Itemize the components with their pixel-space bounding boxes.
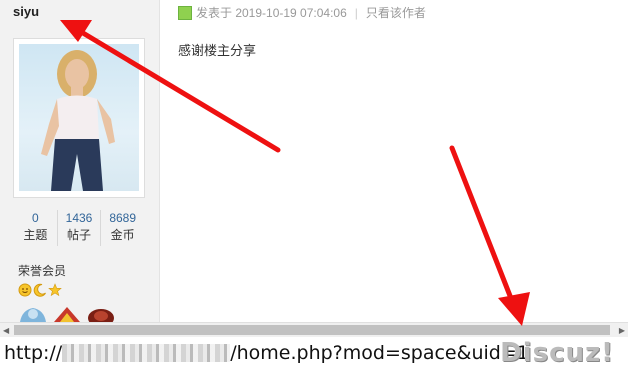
separator: |: [354, 5, 358, 20]
annotation-arrow-uid: [449, 145, 517, 309]
redacted-domain: [62, 344, 231, 362]
url-scheme: http://: [4, 342, 63, 364]
scrollbar-thumb[interactable]: [14, 325, 610, 335]
stat-posts[interactable]: 1436 帖子: [56, 210, 101, 246]
online-status-icon: [178, 5, 192, 20]
scroll-right-icon[interactable]: ▶: [619, 326, 625, 335]
medal-badge-icon[interactable]: [86, 306, 116, 322]
stat-value[interactable]: 1436: [58, 210, 101, 226]
author-sidebar: siyu 0 主题 1436 帖子 8689 金币 荣誉会员: [0, 0, 160, 322]
only-author-link[interactable]: 只看该作者: [366, 4, 426, 21]
stat-threads[interactable]: 0 主题: [14, 210, 57, 246]
stat-value[interactable]: 8689: [101, 210, 144, 226]
url-path: /home.php?mod=space&uid=: [230, 342, 517, 364]
medal-badge-icon[interactable]: [52, 306, 82, 322]
stat-label: 金币: [110, 228, 135, 242]
star-icon: [48, 283, 62, 297]
stat-label: 主题: [23, 228, 48, 242]
author-stats: 0 主题 1436 帖子 8689 金币: [14, 210, 144, 246]
medal-badge-icon[interactable]: [18, 306, 48, 322]
horizontal-scrollbar[interactable]: ◀ ▶: [0, 322, 628, 337]
stat-coins[interactable]: 8689 金币: [100, 210, 144, 246]
sun-icon: [18, 283, 32, 297]
discuz-watermark: Discuz!: [500, 338, 614, 368]
post-date: 发表于 2019-10-19 07:04:06: [196, 6, 347, 20]
post-message: 感谢楼主分享: [178, 43, 257, 58]
annotation-arrowhead-uid: [498, 292, 530, 326]
author-username[interactable]: siyu: [13, 4, 39, 19]
moon-icon: [33, 283, 46, 297]
rank-stars: [18, 283, 62, 297]
scroll-left-icon[interactable]: ◀: [3, 326, 9, 335]
stat-value[interactable]: 0: [14, 210, 57, 226]
medal-badges: [18, 306, 116, 322]
user-group[interactable]: 荣誉会员: [18, 262, 66, 279]
stat-label: 帖子: [67, 228, 92, 242]
avatar-image: [19, 44, 139, 191]
avatar[interactable]: [13, 38, 145, 198]
post-meta-bar: 发表于 2019-10-19 07:04:06 | 只看该作者: [178, 4, 426, 21]
status-url: http:///home.php?mod=space&uid=1: [4, 342, 529, 364]
